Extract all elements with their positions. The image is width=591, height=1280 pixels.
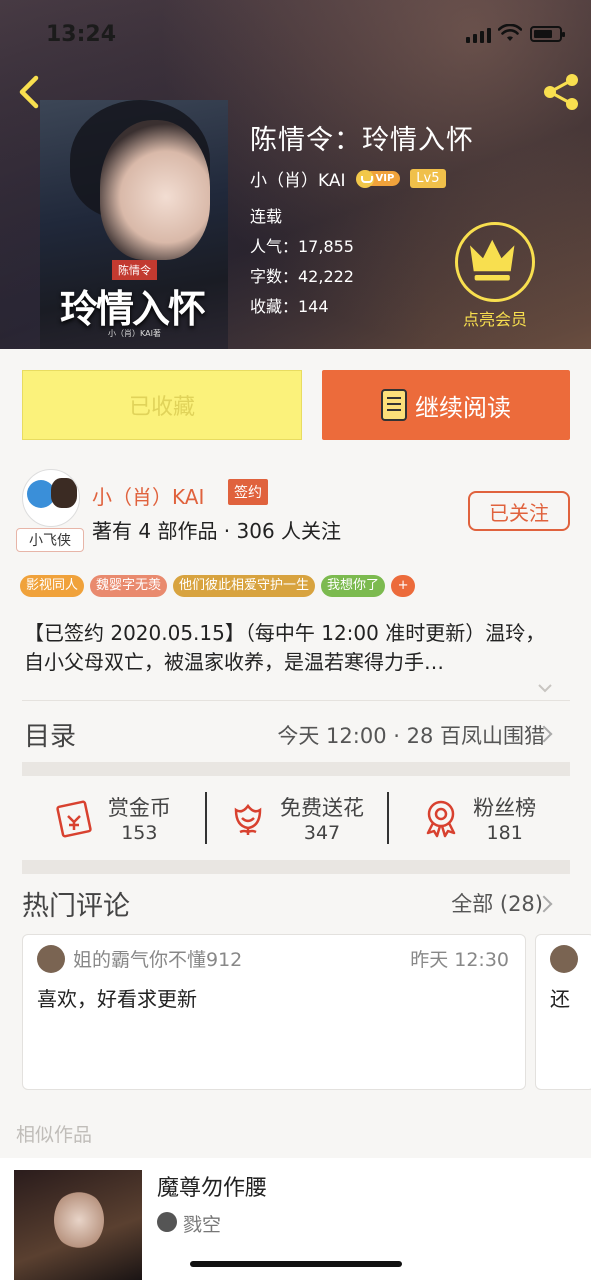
book-state: 连载 bbox=[250, 207, 283, 226]
collected-button[interactable]: 已收藏 bbox=[22, 370, 302, 440]
book-meta: 连载 人气：17,855 字数：42,222 收藏：144 bbox=[250, 202, 354, 322]
add-tag-button[interactable]: + bbox=[391, 575, 416, 597]
similar-author-avatar bbox=[157, 1212, 177, 1232]
home-indicator[interactable] bbox=[190, 1261, 402, 1267]
book-author-line: 小（肖）KAI VIP Lv5 bbox=[250, 166, 446, 191]
tag-list: 影视同人 魏婴字无羡 他们彼此相爱守护一生 我想你了 + bbox=[20, 575, 416, 597]
reward-coins-button[interactable]: 赏金币 153 bbox=[22, 776, 205, 860]
status-time: 13:24 bbox=[46, 22, 117, 47]
reward-label: 粉丝榜 bbox=[473, 796, 537, 820]
section-divider bbox=[22, 762, 570, 776]
signed-badge: 签约 bbox=[228, 479, 268, 505]
similar-book-title: 魔尊勿作腰 bbox=[157, 1176, 268, 1201]
book-description[interactable]: 【已签约 2020.05.15】（每中午 12:00 准时更新）温玲，自小父母双… bbox=[24, 619, 564, 677]
vip-icon bbox=[355, 169, 374, 188]
book-icon bbox=[381, 389, 407, 421]
tag-item[interactable]: 影视同人 bbox=[20, 575, 85, 597]
reward-count: 153 bbox=[121, 822, 158, 844]
crown-icon bbox=[455, 222, 535, 302]
wifi-icon bbox=[498, 24, 522, 41]
status-bar: 13:24 bbox=[0, 0, 591, 70]
comment-text: 还 bbox=[550, 987, 570, 1011]
book-header: 13:24 陈情令 玲情入怀 小（肖）KAI著 陈情令：玲情入怀 小（肖）KAI… bbox=[0, 0, 591, 349]
reward-label: 赏金币 bbox=[107, 796, 171, 820]
cover-seal: 陈情令 bbox=[112, 260, 157, 280]
commenter-avatar bbox=[37, 945, 65, 973]
commenter-avatar bbox=[550, 945, 578, 973]
follow-button[interactable]: 已关注 bbox=[468, 491, 570, 531]
book-popularity: 人气：17,855 bbox=[250, 237, 354, 256]
reward-count: 347 bbox=[303, 822, 341, 844]
commenter-name: 姐的霸气你不懂912 bbox=[73, 949, 243, 971]
send-flower-button[interactable]: 免费送花 347 bbox=[204, 776, 388, 860]
chevron-down-icon[interactable] bbox=[537, 680, 553, 696]
member-button[interactable]: 点亮会员 bbox=[455, 222, 535, 330]
book-title: 陈情令：玲情入怀 bbox=[250, 125, 474, 156]
tag-item[interactable]: 魏婴字无羡 bbox=[90, 575, 168, 597]
battery-icon bbox=[530, 26, 565, 42]
book-author[interactable]: 小（肖）KAI bbox=[250, 166, 346, 191]
hot-comments-title: 热门评论 bbox=[22, 891, 130, 922]
divider bbox=[22, 700, 570, 701]
similar-book-author: 戮空 bbox=[183, 1214, 222, 1236]
tag-item[interactable]: 他们彼此相爱守护一生 bbox=[173, 575, 316, 597]
author-section: 小飞侠 小（肖）KAI 签约 著有 4 部作品 · 306 人关注 已关注 影视… bbox=[0, 455, 591, 701]
comment-time: 昨天 12:30 bbox=[410, 949, 509, 971]
tag-item[interactable]: 我想你了 bbox=[321, 575, 386, 597]
section-divider bbox=[22, 860, 570, 874]
share-icon[interactable] bbox=[542, 72, 582, 112]
continue-reading-button[interactable]: 继续阅读 bbox=[322, 370, 570, 440]
cover-author: 小（肖）KAI著 bbox=[108, 329, 161, 338]
comment-card[interactable]: 姐的霸气你不懂912 昨天 12:30 喜欢，好看求更新 bbox=[22, 934, 526, 1090]
book-word-count: 字数：42,222 bbox=[250, 267, 354, 286]
reward-label: 免费送花 bbox=[280, 796, 364, 820]
author-avatar[interactable] bbox=[22, 469, 80, 527]
avatar-tag: 小飞侠 bbox=[16, 528, 84, 552]
reward-bar: 赏金币 153 免费送花 347 粉丝榜 181 bbox=[22, 776, 570, 860]
signal-icon bbox=[466, 28, 491, 43]
author-stats: 著有 4 部作品 · 306 人关注 bbox=[92, 519, 342, 543]
reward-count: 181 bbox=[486, 822, 523, 844]
similar-book-cover bbox=[14, 1170, 142, 1280]
red-envelope-icon bbox=[56, 800, 92, 838]
latest-chapter: 今天 12:00 · 28 百凤山围猎 bbox=[277, 724, 545, 748]
book-cover[interactable]: 陈情令 玲情入怀 小（肖）KAI著 bbox=[40, 100, 228, 349]
all-comments-link[interactable]: 全部 (28) bbox=[451, 888, 543, 918]
catalog-row[interactable]: 目录 今天 12:00 · 28 百凤山围猎 bbox=[0, 702, 591, 762]
vip-badge: VIP bbox=[355, 169, 401, 189]
catalog-title: 目录 bbox=[24, 722, 77, 752]
flower-icon bbox=[234, 803, 262, 835]
fan-ranking-button[interactable]: 粉丝榜 181 bbox=[387, 776, 570, 860]
comment-card[interactable]: 还 bbox=[535, 934, 591, 1090]
book-favorites: 收藏：144 bbox=[250, 297, 329, 316]
member-label: 点亮会员 bbox=[462, 310, 527, 329]
continue-reading-label: 继续阅读 bbox=[415, 393, 511, 422]
author-name[interactable]: 小（肖）KAI bbox=[92, 481, 204, 510]
comment-text: 喜欢，好看求更新 bbox=[37, 987, 197, 1011]
cover-calligraphy: 玲情入怀 bbox=[60, 286, 206, 331]
similar-works-title: 相似作品 bbox=[16, 1124, 93, 1146]
medal-icon bbox=[426, 800, 456, 838]
level-badge: Lv5 bbox=[410, 169, 446, 188]
